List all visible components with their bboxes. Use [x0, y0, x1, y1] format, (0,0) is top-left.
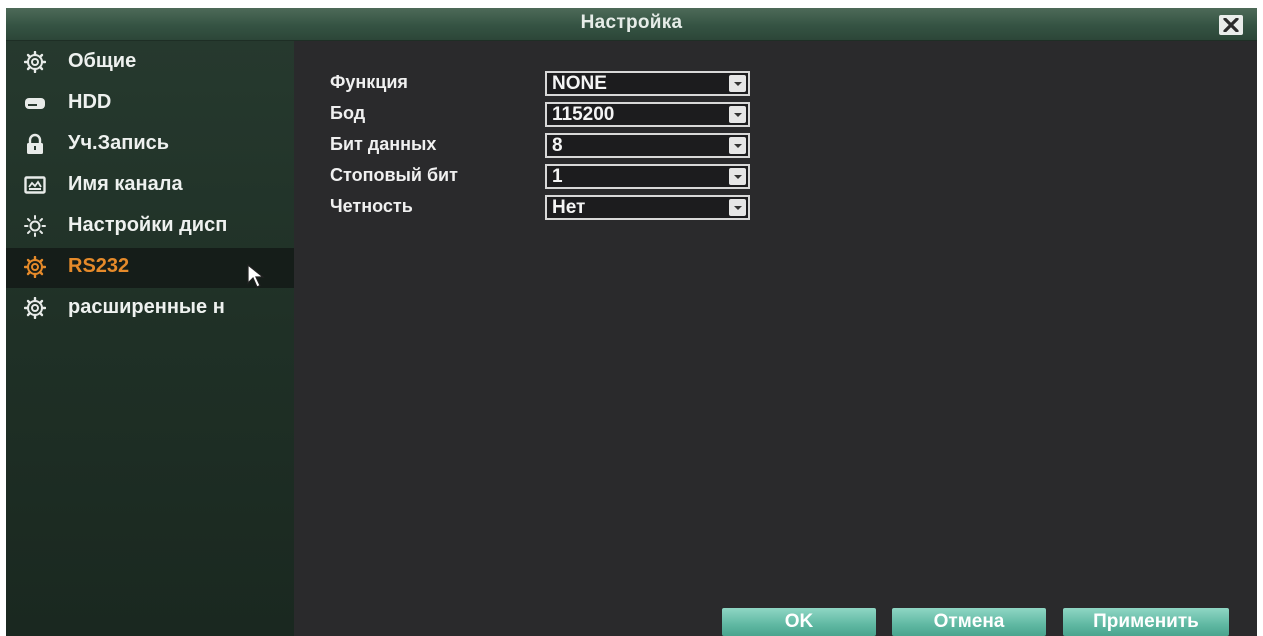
sidebar: Общие HDD Уч.Запись Имя канала Настройки…	[6, 41, 294, 636]
baud-label: Бод	[330, 103, 366, 123]
chevron-down-icon	[729, 137, 746, 154]
ok-button[interactable]: OK	[722, 608, 876, 636]
apply-button[interactable]: Применить	[1063, 608, 1229, 636]
rs232-settings-panel: Функция NONE Бод 115200 Бит данных 8 Сто…	[294, 41, 1257, 636]
parity-label: Четность	[330, 196, 413, 216]
close-icon	[1223, 18, 1239, 32]
chevron-down-icon	[729, 75, 746, 92]
data-bits-select[interactable]: 8	[545, 133, 750, 158]
data-bits-value: 8	[552, 135, 563, 156]
sidebar-item-label: расширенные н	[68, 296, 225, 318]
chevron-down-icon	[729, 199, 746, 216]
sidebar-item-general[interactable]: Общие	[6, 43, 294, 83]
window-title: Настройка	[580, 12, 683, 33]
title-bar: Настройка	[6, 8, 1257, 41]
chevron-down-icon	[729, 106, 746, 123]
function-row: Функция NONE	[294, 69, 794, 99]
gear-icon	[24, 256, 46, 278]
sun-icon	[24, 215, 46, 237]
settings-window: Настройка Общие HDD Уч.Запись Имя канала…	[6, 8, 1257, 636]
stop-bit-select[interactable]: 1	[545, 164, 750, 189]
data-bits-label: Бит данных	[330, 134, 437, 154]
sidebar-item-hdd[interactable]: HDD	[6, 84, 294, 124]
baud-select[interactable]: 115200	[545, 102, 750, 127]
sidebar-item-label: Настройки дисп	[68, 214, 228, 236]
baud-value: 115200	[552, 104, 615, 125]
hdd-icon	[25, 98, 45, 109]
sidebar-item-label: HDD	[68, 91, 112, 113]
sidebar-item-label: Имя канала	[68, 173, 183, 195]
baud-row: Бод 115200	[294, 100, 794, 130]
data-bits-row: Бит данных 8	[294, 131, 794, 161]
function-value: NONE	[552, 73, 607, 94]
lock-icon	[27, 133, 43, 154]
function-label: Функция	[330, 72, 408, 92]
display-icon	[24, 176, 46, 194]
stop-bit-value: 1	[552, 166, 563, 187]
parity-select[interactable]: Нет	[545, 195, 750, 220]
stop-bit-label: Стоповый бит	[330, 165, 458, 185]
stop-bit-row: Стоповый бит 1	[294, 162, 794, 192]
parity-row: Четность Нет	[294, 193, 794, 223]
gear-icon	[24, 297, 46, 319]
sidebar-item-advanced[interactable]: расширенные н	[6, 289, 294, 329]
cancel-button[interactable]: Отмена	[892, 608, 1046, 636]
gear-icon	[24, 51, 46, 73]
mouse-pointer-icon	[247, 263, 265, 288]
sidebar-item-account[interactable]: Уч.Запись	[6, 125, 294, 165]
sidebar-item-label: Общие	[68, 50, 137, 72]
chevron-down-icon	[729, 168, 746, 185]
parity-value: Нет	[552, 197, 586, 218]
sidebar-item-label: Уч.Запись	[68, 132, 170, 154]
sidebar-item-display-settings[interactable]: Настройки дисп	[6, 207, 294, 247]
close-button[interactable]	[1219, 15, 1243, 35]
sidebar-item-channel-name[interactable]: Имя канала	[6, 166, 294, 206]
function-select[interactable]: NONE	[545, 71, 750, 96]
